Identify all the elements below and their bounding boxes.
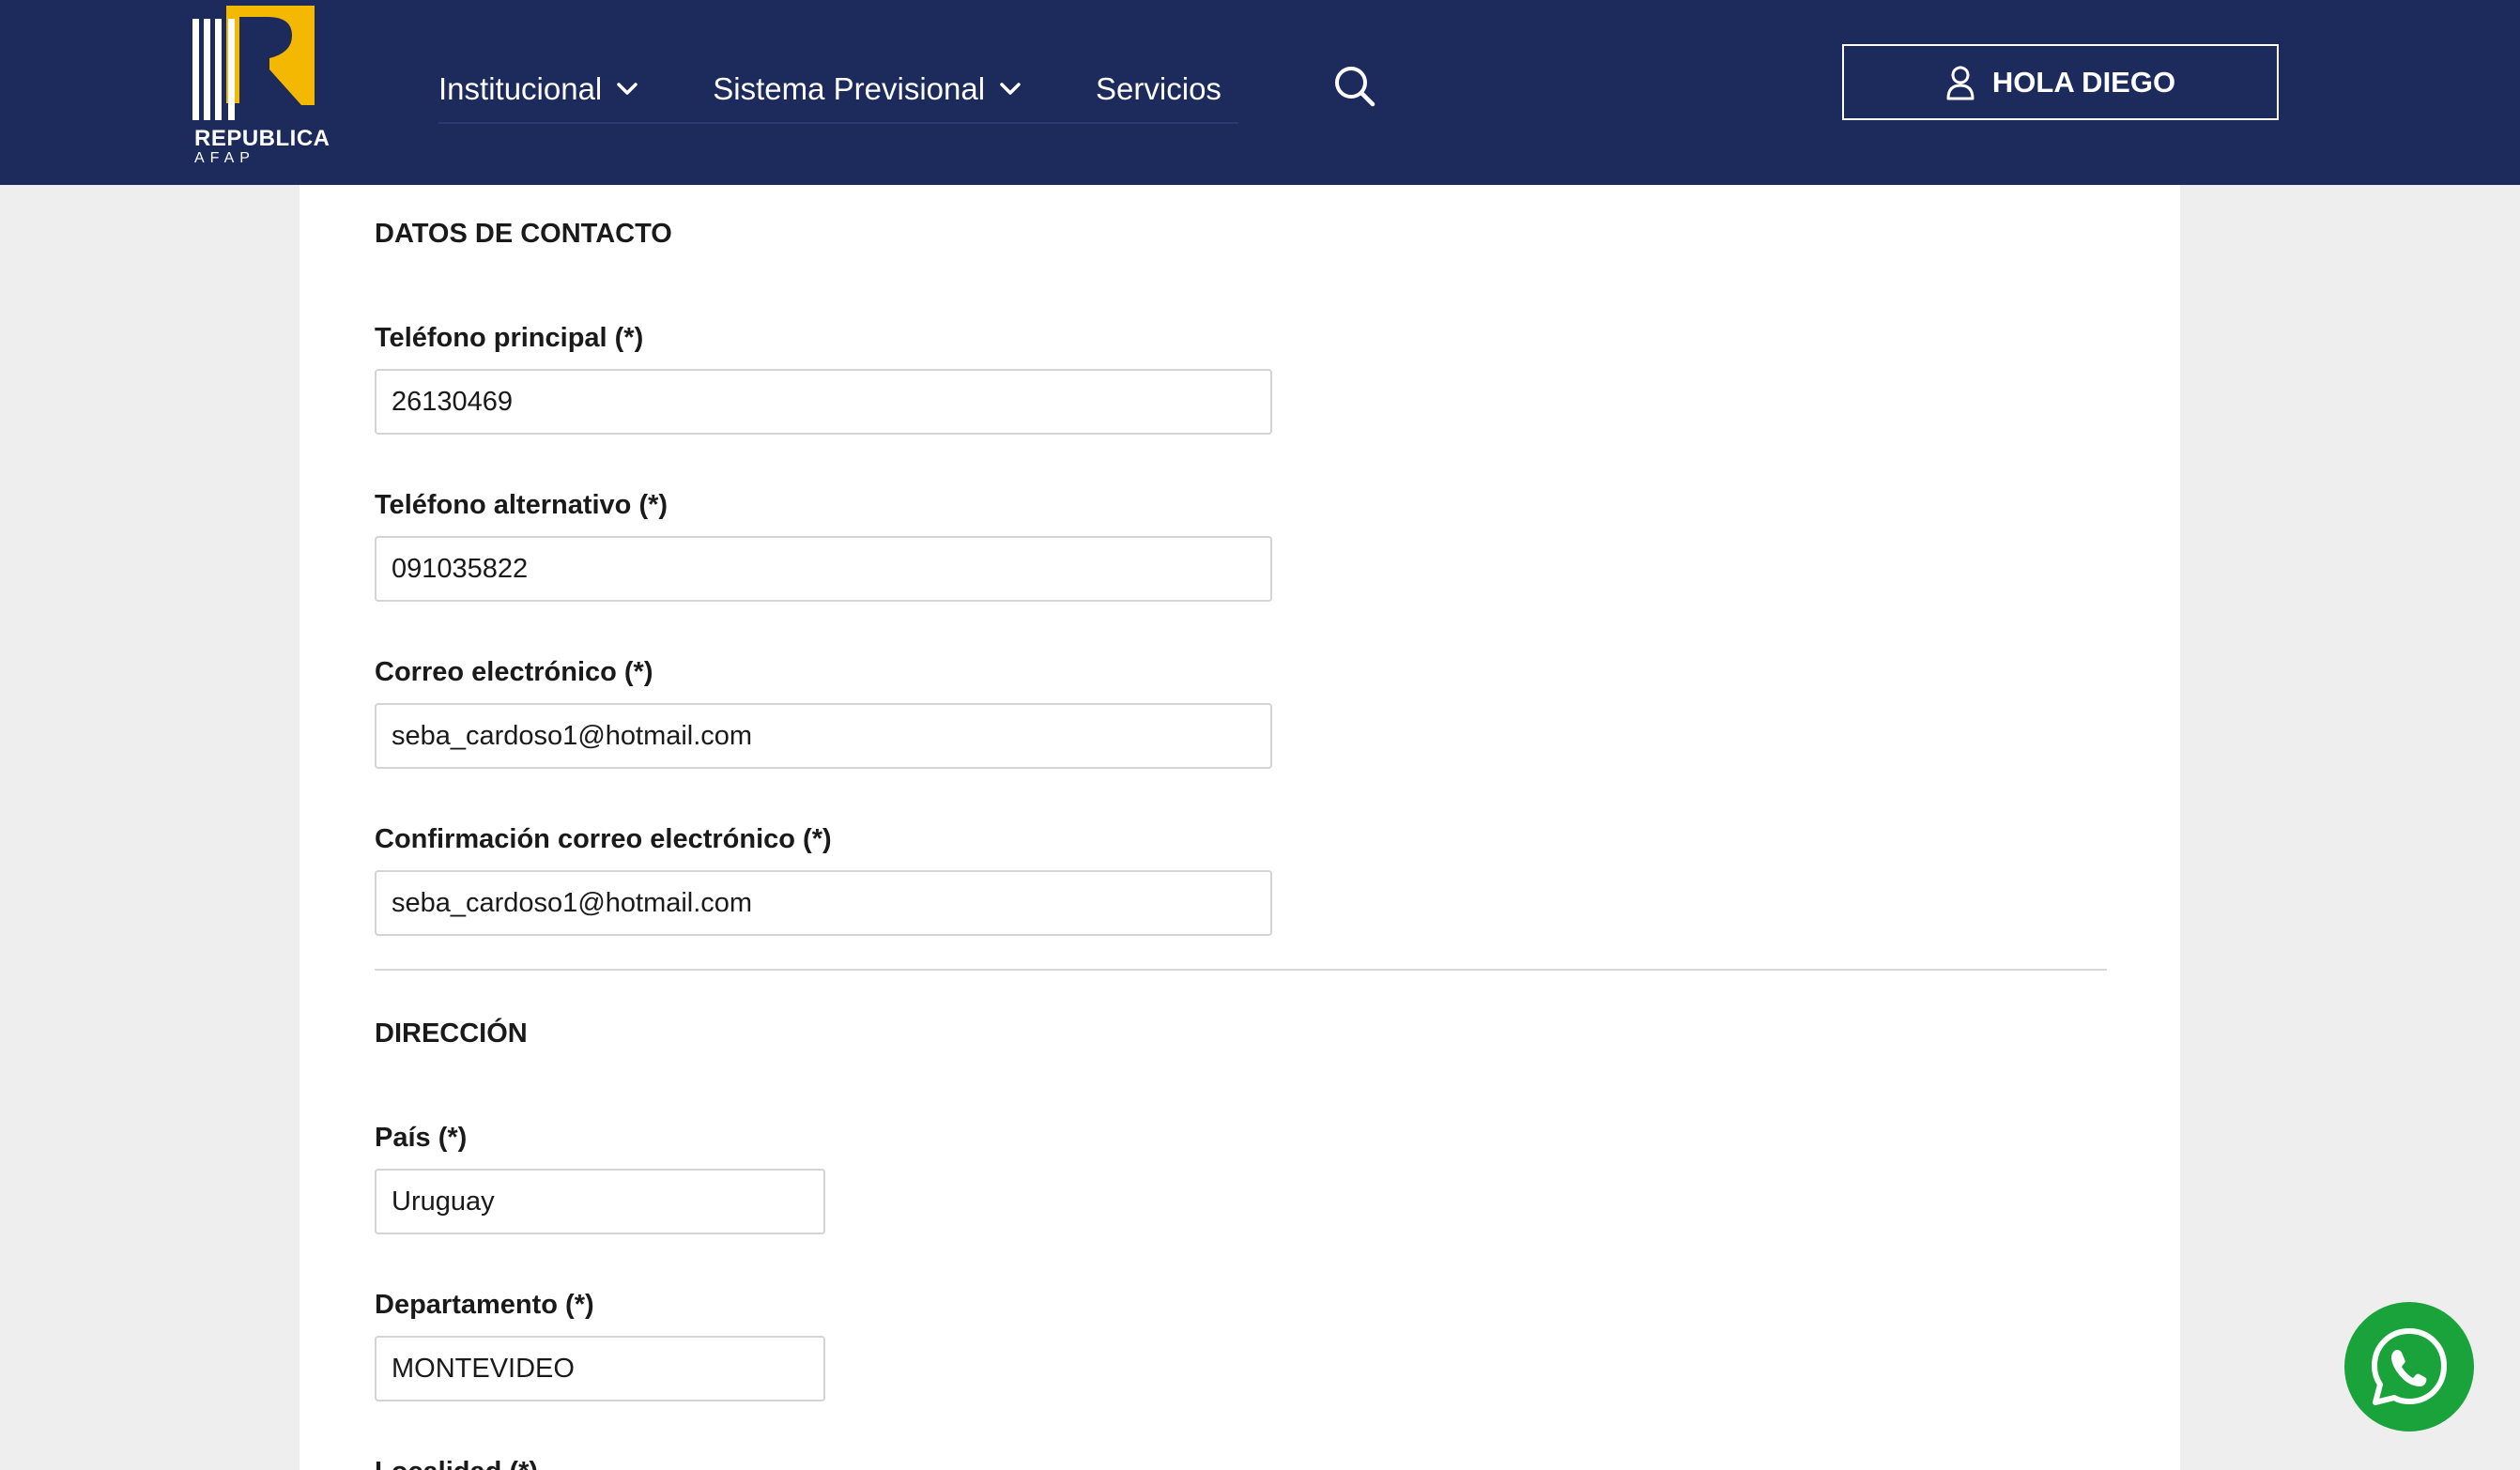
user-account-button[interactable]: HOLA DIEGO bbox=[1842, 44, 2279, 120]
logo-mark bbox=[192, 6, 315, 120]
nav-item-sistema-previsional[interactable]: Sistema Previsional bbox=[713, 71, 1021, 107]
user-icon bbox=[1945, 65, 1975, 100]
nav-item-label: Institucional bbox=[438, 71, 603, 106]
nav-item-servicios[interactable]: Servicios bbox=[1096, 71, 1222, 107]
address-section-title: DIRECCIÓN bbox=[375, 1018, 528, 1049]
nav-item-institucional[interactable]: Institucional bbox=[438, 71, 638, 107]
nav-item-label: Sistema Previsional bbox=[713, 71, 986, 106]
main-nav: Institucional Sistema Previsional Servic… bbox=[438, 56, 1238, 124]
phone-main-label: Teléfono principal (*) bbox=[375, 323, 644, 353]
chevron-down-icon bbox=[1000, 83, 1021, 96]
email-label: Correo electrónico (*) bbox=[375, 657, 653, 687]
whatsapp-icon[interactable] bbox=[2344, 1302, 2474, 1432]
country-field[interactable] bbox=[375, 1169, 825, 1234]
logo-sub: AFAP bbox=[194, 150, 255, 166]
department-label: Departamento (*) bbox=[375, 1290, 594, 1320]
department-field[interactable] bbox=[375, 1336, 825, 1401]
chevron-down-icon bbox=[617, 83, 638, 96]
section-divider bbox=[375, 969, 2107, 971]
user-greeting: HOLA DIEGO bbox=[1991, 65, 2176, 99]
nav-item-label: Servicios bbox=[1096, 71, 1222, 106]
contact-section-title: DATOS DE CONTACTO bbox=[375, 219, 672, 249]
locality-label: Localidad (*) bbox=[375, 1457, 538, 1470]
email-field[interactable] bbox=[375, 703, 1272, 769]
republica-afap-logo[interactable]: REPUBLICA AFAP bbox=[191, 4, 330, 166]
phone-main-field[interactable] bbox=[375, 369, 1272, 435]
logo-name: REPUBLICA bbox=[194, 126, 330, 151]
site-header: REPUBLICA AFAP Institucional Sistema Pre… bbox=[0, 0, 2520, 185]
profile-form-card: DATOS DE CONTACTO Teléfono principal (*)… bbox=[300, 185, 2180, 1470]
email-confirm-field[interactable] bbox=[375, 870, 1272, 936]
country-label: País (*) bbox=[375, 1123, 468, 1153]
phone-alt-field[interactable] bbox=[375, 536, 1272, 602]
search-icon[interactable] bbox=[1331, 63, 1378, 110]
phone-alt-label: Teléfono alternativo (*) bbox=[375, 490, 668, 520]
email-confirm-label: Confirmación correo electrónico (*) bbox=[375, 824, 832, 854]
